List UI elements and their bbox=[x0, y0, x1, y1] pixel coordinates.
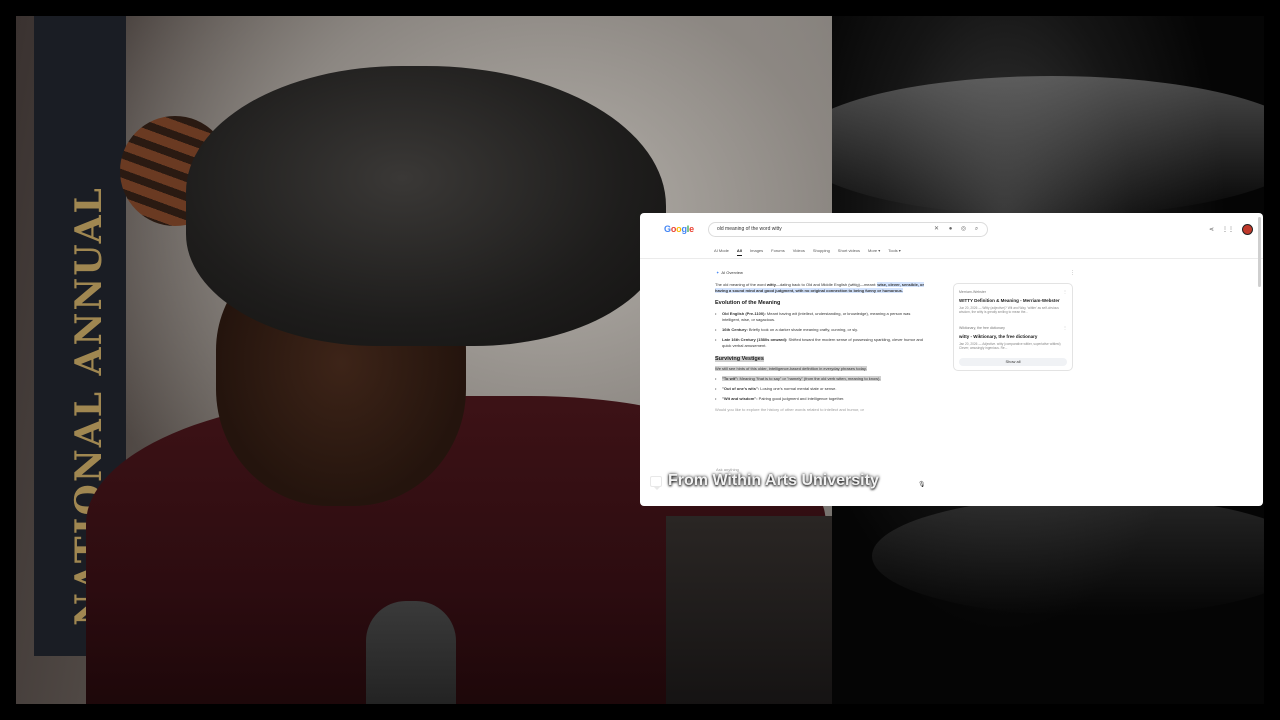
search-header: Google old meaning of the word witty ✕ ●… bbox=[640, 213, 1263, 249]
source-link[interactable]: WITTY Definition & Meaning - Merriam-Web… bbox=[959, 298, 1060, 303]
tab-more[interactable]: More ▾ bbox=[868, 248, 880, 256]
wave-highlight bbox=[832, 76, 1264, 216]
camera-icon[interactable]: ◎ bbox=[960, 226, 967, 233]
list-item-text: Losing one's normal mental state or sens… bbox=[759, 386, 837, 392]
source-link[interactable]: witty - Wiktionary, the free dictionary bbox=[959, 334, 1037, 339]
header-actions: ⋖ ⋮⋮ bbox=[1209, 223, 1253, 235]
list-item-label: 16th Century: bbox=[722, 327, 748, 333]
source-snippet: Jun 20, 2026 — Witty (adjective)? Wit an… bbox=[959, 306, 1059, 315]
list-item: "Out of one's wits": Losing one's normal… bbox=[715, 386, 925, 392]
share-icon[interactable]: ⋖ bbox=[1209, 226, 1214, 233]
microphone-icon[interactable]: 🎙 bbox=[918, 481, 926, 488]
ai-overview-header: ✦ AI Overview bbox=[716, 270, 743, 275]
browser-window: Google old meaning of the word witty ✕ ●… bbox=[640, 213, 1263, 506]
person-hair bbox=[186, 66, 666, 346]
sparkle-icon: ✦ bbox=[716, 270, 720, 275]
intro-text: —dating back to Old and Middle English (… bbox=[775, 282, 878, 287]
clear-icon[interactable]: ✕ bbox=[933, 226, 940, 233]
scrollbar[interactable] bbox=[1258, 217, 1261, 287]
list-item: Old English (Pre-1100): Meant having wit… bbox=[715, 311, 925, 323]
source-site: Wiktionary, the free dictionary bbox=[959, 326, 1005, 330]
source-site: Merriam-Webster bbox=[959, 290, 986, 294]
list-item-label: "Out of one's wits": bbox=[722, 386, 760, 392]
list-item-text: Pairing good judgment and intelligence t… bbox=[757, 396, 845, 402]
list-item-label: "Wit and wisdom": bbox=[722, 396, 758, 402]
tab-forums[interactable]: Forums bbox=[771, 248, 785, 256]
wave-highlight bbox=[872, 496, 1264, 616]
search-box[interactable]: old meaning of the word witty ✕ ● ◎ ⌕ bbox=[708, 222, 988, 237]
list-item: "To wit": Meaning "that is to say" or "n… bbox=[715, 376, 925, 382]
search-input[interactable]: old meaning of the word witty bbox=[717, 226, 782, 232]
tab-ai-mode[interactable]: AI Mode bbox=[714, 248, 729, 256]
source-snippet: Jan 20, 2026 — Adjective. witty (compara… bbox=[959, 342, 1061, 351]
divider bbox=[640, 258, 1263, 259]
sources-panel: Merriam-Webster ⋮ WITTY Definition & Mea… bbox=[953, 283, 1073, 371]
tab-all[interactable]: All bbox=[736, 248, 743, 256]
more-options-icon[interactable]: ⋮ bbox=[1063, 289, 1067, 294]
intro-text: The old meaning of the word bbox=[715, 282, 767, 287]
list-item-text: Meaning "that is to say" or "namely" (fr… bbox=[738, 376, 881, 382]
list-item: Late 16th Century (1580s onward): Shifte… bbox=[715, 337, 925, 349]
list-item: "Wit and wisdom": Pairing good judgment … bbox=[715, 396, 925, 402]
tab-shopping[interactable]: Shopping bbox=[813, 248, 830, 256]
tab-tools[interactable]: Tools ▾ bbox=[888, 248, 900, 256]
google-logo[interactable]: Google bbox=[664, 224, 694, 234]
followup-text: Would you like to explore the history of… bbox=[715, 406, 864, 412]
intro-keyword: witty bbox=[766, 282, 776, 287]
list-item: 16th Century: Briefly took on a darker s… bbox=[715, 327, 925, 333]
list-item-label: "To wit": bbox=[722, 376, 739, 382]
background-shelf bbox=[666, 516, 832, 704]
section-title: Surviving Vestiges bbox=[715, 355, 764, 362]
microphone bbox=[366, 601, 456, 704]
list-item-label: Old English (Pre-1100): bbox=[722, 310, 766, 316]
search-icon[interactable]: ⌕ bbox=[973, 226, 980, 233]
more-options-icon[interactable]: ⋮ bbox=[1070, 270, 1075, 276]
microphone-icon[interactable]: ● bbox=[947, 226, 954, 233]
search-tabs: AI Mode All Images Forums Videos Shoppin… bbox=[714, 248, 901, 256]
tab-short-videos[interactable]: Short videos bbox=[838, 248, 860, 256]
show-all-button[interactable]: Show all bbox=[959, 358, 1067, 366]
ai-overview-content: The old meaning of the word witty—dating… bbox=[715, 282, 925, 413]
caption: From Within Arts University bbox=[650, 472, 879, 490]
avatar[interactable] bbox=[1242, 223, 1253, 235]
section-title: Evolution of the Meaning bbox=[715, 300, 781, 307]
chat-bubble-icon bbox=[650, 475, 662, 490]
vestiges-intro: We still see hints of this older, intell… bbox=[715, 365, 867, 371]
tab-images[interactable]: Images bbox=[750, 248, 763, 256]
tab-videos[interactable]: Videos bbox=[793, 248, 805, 256]
overview-intro: The old meaning of the word witty—dating… bbox=[715, 282, 925, 294]
ai-overview-label: AI Overview bbox=[721, 270, 743, 275]
list-item-label: Late 16th Century (1580s onward): bbox=[722, 337, 788, 343]
list-item-text: Briefly took on a darker shade meaning c… bbox=[747, 327, 858, 333]
caption-text: From Within Arts University bbox=[668, 472, 879, 489]
apps-icon[interactable]: ⋮⋮ bbox=[1222, 226, 1234, 233]
more-options-icon[interactable]: ⋮ bbox=[1063, 325, 1067, 330]
